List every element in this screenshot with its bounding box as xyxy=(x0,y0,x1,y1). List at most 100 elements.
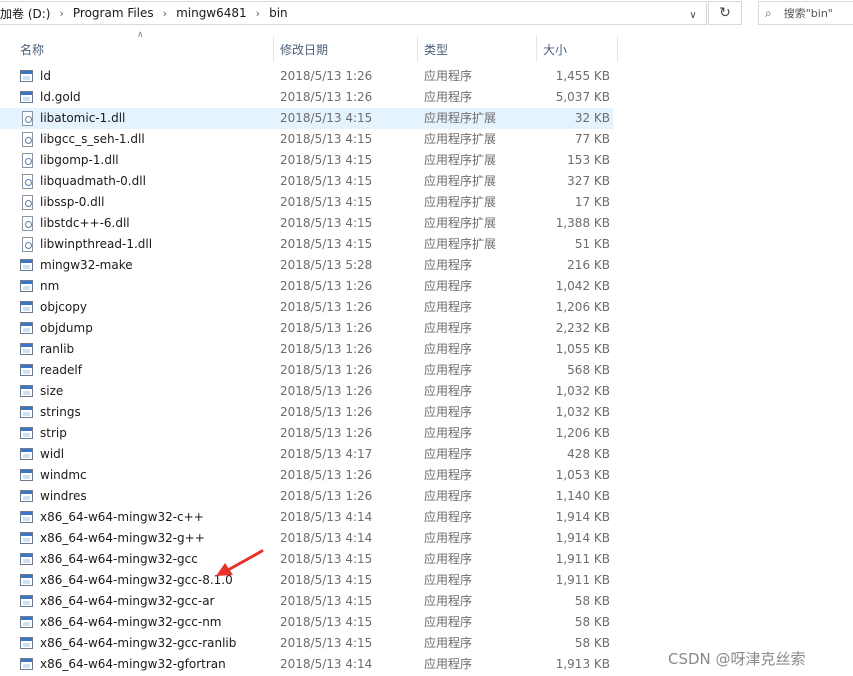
column-divider[interactable] xyxy=(417,36,418,62)
file-row[interactable]: x86_64-w64-mingw32-gcc-ar 2018/5/13 4:15 应… xyxy=(0,591,613,612)
application-icon xyxy=(20,343,33,355)
file-row[interactable]: ranlib 2018/5/13 1:26 应用程序 1,055 KB xyxy=(0,339,613,360)
file-type: 应用程序 xyxy=(424,321,473,335)
application-icon xyxy=(20,301,33,313)
column-header-size[interactable]: 大小 xyxy=(543,36,613,62)
breadcrumb-chevron-icon[interactable]: › xyxy=(53,7,69,20)
file-name: x86_64-w64-mingw32-gcc-nm xyxy=(40,615,222,629)
file-type: 应用程序 xyxy=(424,426,473,440)
file-modified-date: 2018/5/13 4:15 xyxy=(280,237,373,251)
file-row[interactable]: nm 2018/5/13 1:26 应用程序 1,042 KB xyxy=(0,276,613,297)
file-type: 应用程序扩展 xyxy=(424,237,497,251)
file-size: 568 KB xyxy=(567,363,610,377)
dll-file-icon xyxy=(22,111,33,126)
file-size: 153 KB xyxy=(567,153,610,167)
file-row[interactable]: x86_64-w64-mingw32-c++ 2018/5/13 4:14 应用程序… xyxy=(0,507,613,528)
file-row[interactable]: x86_64-w64-mingw32-gcc 2018/5/13 4:15 应用程序… xyxy=(0,549,613,570)
file-size: 1,032 KB xyxy=(555,384,610,398)
file-name: ld xyxy=(40,69,51,83)
breadcrumb-mingw[interactable]: mingw6481 xyxy=(173,6,250,20)
breadcrumb-drive[interactable]: 加卷 (D:) xyxy=(0,5,53,22)
file-size: 1,911 KB xyxy=(555,573,610,587)
file-size: 58 KB xyxy=(574,594,610,608)
application-icon xyxy=(20,406,33,418)
file-row[interactable]: libatomic-1.dll 2018/5/13 4:15 应用程序扩展 32 KB xyxy=(0,108,613,129)
file-name: ld.gold xyxy=(40,90,81,104)
file-type: 应用程序 xyxy=(424,657,473,671)
address-bar[interactable]: 加卷 (D:) › Program Files › mingw6481 › bi… xyxy=(0,1,707,25)
breadcrumb-chevron-icon[interactable]: › xyxy=(157,7,173,20)
file-row[interactable]: libquadmath-0.dll 2018/5/13 4:15 应用程序扩展 327… xyxy=(0,171,613,192)
application-icon xyxy=(20,616,33,628)
file-size: 1,911 KB xyxy=(555,552,610,566)
file-row[interactable]: libstdc++-6.dll 2018/5/13 4:15 应用程序扩展 1,388… xyxy=(0,213,613,234)
file-row[interactable]: strip 2018/5/13 1:26 应用程序 1,206 KB xyxy=(0,423,613,444)
column-divider[interactable] xyxy=(536,36,537,62)
file-row[interactable]: libgcc_s_seh-1.dll 2018/5/13 4:15 应用程序扩展 77… xyxy=(0,129,613,150)
column-header-type[interactable]: 类型 xyxy=(424,36,534,62)
file-row[interactable]: x86_64-w64-mingw32-gfortran 2018/5/13 4:1… xyxy=(0,654,613,675)
column-divider[interactable] xyxy=(617,36,618,62)
file-name: libquadmath-0.dll xyxy=(40,174,146,188)
file-modified-date: 2018/5/13 1:26 xyxy=(280,69,373,83)
dll-file-icon xyxy=(22,174,33,189)
column-divider[interactable] xyxy=(273,36,274,62)
file-type: 应用程序扩展 xyxy=(424,174,497,188)
file-row[interactable]: readelf 2018/5/13 1:26 应用程序 568 KB xyxy=(0,360,613,381)
file-name: strings xyxy=(40,405,81,419)
file-row[interactable]: objcopy 2018/5/13 1:26 应用程序 1,206 KB xyxy=(0,297,613,318)
file-modified-date: 2018/5/13 4:14 xyxy=(280,531,373,545)
file-row[interactable]: libwinpthread-1.dll 2018/5/13 4:15 应用程序扩展 5… xyxy=(0,234,613,255)
file-row[interactable]: strings 2018/5/13 1:26 应用程序 1,032 KB xyxy=(0,402,613,423)
file-modified-date: 2018/5/13 4:15 xyxy=(280,195,373,209)
file-modified-date: 2018/5/13 5:28 xyxy=(280,258,373,272)
file-type: 应用程序 xyxy=(424,90,473,104)
file-row[interactable]: ld.gold 2018/5/13 1:26 应用程序 5,037 KB xyxy=(0,87,613,108)
application-icon xyxy=(20,553,33,565)
file-modified-date: 2018/5/13 4:15 xyxy=(280,594,373,608)
file-row[interactable]: x86_64-w64-mingw32-gcc-nm 2018/5/13 4:15 应… xyxy=(0,612,613,633)
breadcrumb-bin[interactable]: bin xyxy=(266,6,291,20)
file-modified-date: 2018/5/13 4:15 xyxy=(280,615,373,629)
breadcrumb-chevron-icon[interactable]: › xyxy=(250,7,266,20)
file-modified-date: 2018/5/13 1:26 xyxy=(280,90,373,104)
file-row[interactable]: widl 2018/5/13 4:17 应用程序 428 KB xyxy=(0,444,613,465)
file-modified-date: 2018/5/13 4:15 xyxy=(280,216,373,230)
file-type: 应用程序 xyxy=(424,531,473,545)
column-header-date[interactable]: 修改日期 xyxy=(280,36,416,62)
file-size: 58 KB xyxy=(574,615,610,629)
file-type: 应用程序扩展 xyxy=(424,111,497,125)
annotation-arrow-icon xyxy=(216,549,264,576)
address-history-chevron-down-icon[interactable]: ∨ xyxy=(684,6,702,24)
file-size: 1,042 KB xyxy=(555,279,610,293)
application-icon xyxy=(20,658,33,670)
file-row[interactable]: mingw32-make 2018/5/13 5:28 应用程序 216 KB xyxy=(0,255,613,276)
file-type: 应用程序 xyxy=(424,69,473,83)
file-row[interactable]: windmc 2018/5/13 1:26 应用程序 1,053 KB xyxy=(0,465,613,486)
file-row[interactable]: x86_64-w64-mingw32-g++ 2018/5/13 4:14 应用程序… xyxy=(0,528,613,549)
file-row[interactable]: ld 2018/5/13 1:26 应用程序 1,455 KB xyxy=(0,66,613,87)
file-list: ld 2018/5/13 1:26 应用程序 1,455 KB ld.gold 2018/… xyxy=(0,66,853,675)
file-size: 327 KB xyxy=(567,174,610,188)
file-row[interactable]: objdump 2018/5/13 1:26 应用程序 2,232 KB xyxy=(0,318,613,339)
search-input[interactable] xyxy=(771,6,853,20)
file-size: 1,913 KB xyxy=(555,657,610,671)
file-row[interactable]: x86_64-w64-mingw32-gcc-8.1.0 2018/5/13 4:… xyxy=(0,570,613,591)
application-icon xyxy=(20,637,33,649)
column-header-name[interactable]: 名称 xyxy=(20,36,272,62)
search-box[interactable]: ⌕ xyxy=(758,1,853,25)
file-row[interactable]: x86_64-w64-mingw32-gcc-ranlib 2018/5/13 4… xyxy=(0,633,613,654)
file-modified-date: 2018/5/13 4:15 xyxy=(280,111,373,125)
file-row[interactable]: windres 2018/5/13 1:26 应用程序 1,140 KB xyxy=(0,486,613,507)
column-header-size-label: 大小 xyxy=(543,42,568,57)
file-row[interactable]: size 2018/5/13 1:26 应用程序 1,032 KB xyxy=(0,381,613,402)
application-icon xyxy=(20,490,33,502)
file-name: x86_64-w64-mingw32-g++ xyxy=(40,531,205,545)
file-row[interactable]: libssp-0.dll 2018/5/13 4:15 应用程序扩展 17 KB xyxy=(0,192,613,213)
file-row[interactable]: libgomp-1.dll 2018/5/13 4:15 应用程序扩展 153 KB xyxy=(0,150,613,171)
column-header-date-label: 修改日期 xyxy=(280,42,329,57)
file-modified-date: 2018/5/13 4:15 xyxy=(280,174,373,188)
refresh-button[interactable]: ↻ xyxy=(708,1,742,25)
breadcrumb-program-files[interactable]: Program Files xyxy=(70,6,157,20)
file-modified-date: 2018/5/13 1:26 xyxy=(280,342,373,356)
